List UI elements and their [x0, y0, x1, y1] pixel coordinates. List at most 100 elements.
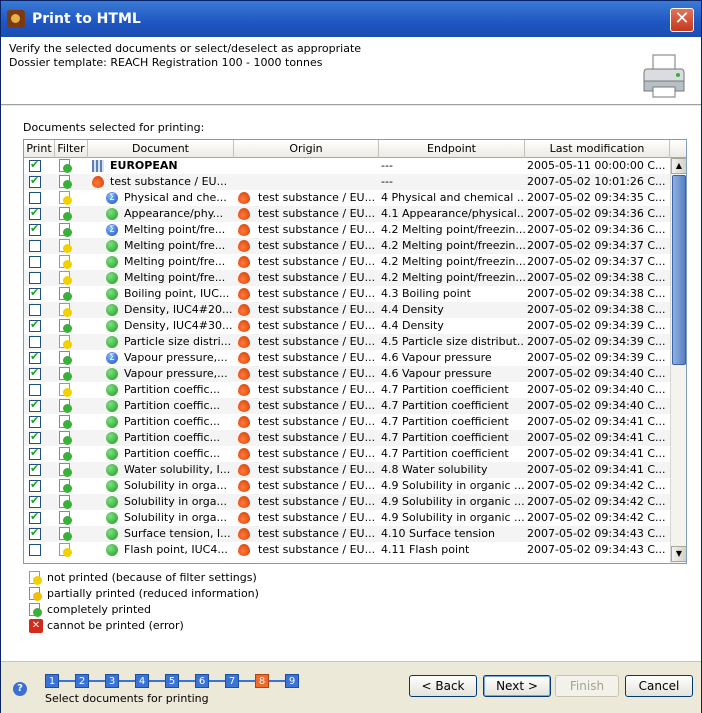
- print-checkbox[interactable]: [29, 336, 41, 348]
- print-checkbox[interactable]: [29, 414, 41, 428]
- table-row[interactable]: Σ Melting point/fre... test substance / EU…: [24, 222, 670, 238]
- wizard-step-2[interactable]: 2: [75, 674, 89, 688]
- vertical-scrollbar[interactable]: ▲ ▼: [670, 158, 686, 563]
- column-header-filter[interactable]: Filter: [55, 140, 88, 158]
- finish-button[interactable]: Finish: [555, 675, 619, 697]
- table-row[interactable]: Particle size distri... test substance / …: [24, 334, 670, 350]
- substance-icon: [238, 512, 250, 524]
- next-button[interactable]: Next >: [483, 675, 551, 697]
- modified-cell: 2007-05-02 09:34:43 C...: [525, 526, 670, 542]
- help-icon[interactable]: ?: [13, 682, 27, 696]
- print-checkbox[interactable]: [29, 510, 41, 524]
- print-checkbox[interactable]: [29, 256, 41, 268]
- table-row[interactable]: Surface tension, I... test substance / EU…: [24, 526, 670, 542]
- table-row[interactable]: Appearance/phy... test substance / EU... 4…: [24, 206, 670, 222]
- endpoint-text: 4.9 Solubility in organic ...: [381, 479, 525, 492]
- print-checkbox[interactable]: [29, 478, 41, 492]
- table-row[interactable]: Solubility in orga... test substance / EU…: [24, 510, 670, 526]
- scroll-thumb[interactable]: [672, 175, 686, 365]
- last-modification-text: 2007-05-02 09:34:39 C...: [527, 319, 666, 332]
- print-checkbox[interactable]: [29, 494, 41, 508]
- print-checkbox[interactable]: [29, 158, 41, 172]
- table-row[interactable]: Vapour pressure,... test substance / EU..…: [24, 366, 670, 382]
- scroll-down-button[interactable]: ▼: [671, 546, 686, 562]
- column-header-document[interactable]: Document: [88, 140, 234, 158]
- table-row[interactable]: Melting point/fre... test substance / EU.…: [24, 238, 670, 254]
- column-header-last-modification[interactable]: Last modification: [525, 140, 670, 158]
- document-icon: [106, 448, 118, 460]
- print-checkbox[interactable]: [29, 206, 41, 220]
- print-checkbox[interactable]: [29, 318, 41, 332]
- legend-text: completely printed: [47, 603, 152, 616]
- print-checkbox[interactable]: [29, 240, 41, 252]
- print-checkbox[interactable]: [29, 544, 41, 556]
- print-checkbox[interactable]: [29, 446, 41, 460]
- table-row[interactable]: Melting point/fre... test substance / EU.…: [24, 270, 670, 286]
- document-icon: [106, 240, 118, 252]
- document-name: Boiling point, IUC...: [124, 287, 230, 300]
- print-checkbox[interactable]: [29, 526, 41, 540]
- substance-icon: [238, 240, 250, 252]
- column-header-endpoint[interactable]: Endpoint: [379, 140, 525, 158]
- table-row[interactable]: Density, IUC4#20... test substance / EU..…: [24, 302, 670, 318]
- print-cell: [24, 510, 55, 526]
- origin-cell: test substance / EU...: [234, 478, 379, 494]
- wizard-step-3[interactable]: 3: [105, 674, 119, 688]
- wizard-step-1[interactable]: 1: [45, 674, 59, 688]
- print-checkbox[interactable]: [29, 430, 41, 444]
- wizard-step-4[interactable]: 4: [135, 674, 149, 688]
- table-row[interactable]: Melting point/fre... test substance / EU.…: [24, 254, 670, 270]
- print-checkbox[interactable]: [29, 286, 41, 300]
- close-button[interactable]: ✕: [670, 8, 694, 32]
- table-row[interactable]: Partition coeffic... test substance / EU.…: [24, 382, 670, 398]
- print-checkbox[interactable]: [29, 192, 41, 204]
- table-row[interactable]: Solubility in orga... test substance / EU…: [24, 494, 670, 510]
- wizard-step-6[interactable]: 6: [195, 674, 209, 688]
- print-cell: [24, 302, 55, 318]
- arrow-down-icon: ▼: [675, 549, 683, 558]
- wizard-step-7[interactable]: 7: [225, 674, 239, 688]
- print-checkbox[interactable]: [29, 304, 41, 316]
- print-checkbox[interactable]: [29, 384, 41, 396]
- modified-cell: 2007-05-02 09:34:37 C...: [525, 238, 670, 254]
- print-checkbox[interactable]: [29, 174, 41, 188]
- wizard-step-5[interactable]: 5: [165, 674, 179, 688]
- document-cell: Σ Physical and che...: [88, 190, 234, 206]
- last-modification-text: 2007-05-02 09:34:39 C...: [527, 335, 666, 348]
- print-checkbox[interactable]: [29, 366, 41, 380]
- print-checkbox[interactable]: [29, 350, 41, 364]
- back-button[interactable]: < Back: [409, 675, 477, 697]
- table-row[interactable]: Boiling point, IUC... test substance / EU…: [24, 286, 670, 302]
- column-header-print[interactable]: Print: [24, 140, 55, 158]
- wizard-step-9[interactable]: 9: [285, 674, 299, 688]
- substance-icon: [238, 416, 250, 428]
- origin-text: test substance / EU...: [258, 223, 376, 236]
- print-checkbox[interactable]: [29, 272, 41, 284]
- completely-printed-icon: [59, 527, 72, 541]
- print-cell: [24, 206, 55, 222]
- print-checkbox[interactable]: [29, 222, 41, 236]
- endpoint-text: 4.3 Boiling point: [381, 287, 471, 300]
- last-modification-text: 2007-05-02 09:34:36 C...: [527, 207, 666, 220]
- cancel-button[interactable]: Cancel: [625, 675, 693, 697]
- completely-printed-icon: [59, 367, 72, 381]
- table-row[interactable]: Partition coeffic... test substance / EU.…: [24, 430, 670, 446]
- table-row[interactable]: Partition coeffic... test substance / EU.…: [24, 446, 670, 462]
- table-row[interactable]: Partition coeffic... test substance / EU.…: [24, 398, 670, 414]
- print-checkbox[interactable]: [29, 398, 41, 412]
- wizard-step-8[interactable]: 8: [255, 674, 269, 688]
- table-row[interactable]: Water solubility, I... test substance / E…: [24, 462, 670, 478]
- last-modification-text: 2007-05-02 09:34:39 C...: [527, 351, 666, 364]
- table-row[interactable]: test substance / EU... --- 2007-05-02 10:0…: [24, 174, 670, 190]
- scroll-up-button[interactable]: ▲: [671, 158, 686, 174]
- table-row[interactable]: EUROPEAN --- 2005-05-11 00:00:00 C...: [24, 158, 670, 174]
- table-row[interactable]: Solubility in orga... test substance / EU…: [24, 478, 670, 494]
- table-row[interactable]: Density, IUC4#30... test substance / EU..…: [24, 318, 670, 334]
- table-row[interactable]: Σ Vapour pressure,... test substance / EU.…: [24, 350, 670, 366]
- column-header-origin[interactable]: Origin: [234, 140, 379, 158]
- origin-cell: test substance / EU...: [234, 206, 379, 222]
- table-row[interactable]: Σ Physical and che... test substance / EU.…: [24, 190, 670, 206]
- print-checkbox[interactable]: [29, 462, 41, 476]
- table-row[interactable]: Flash point, IUC4... test substance / EU.…: [24, 542, 670, 558]
- table-row[interactable]: Partition coeffic... test substance / EU.…: [24, 414, 670, 430]
